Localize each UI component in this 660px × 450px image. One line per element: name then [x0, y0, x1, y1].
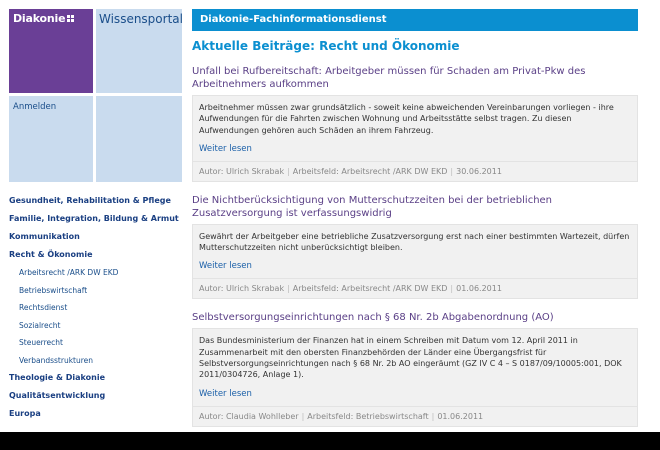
article-box: Arbeitnehmer müssen zwar grundsätzlich -… — [192, 95, 638, 182]
nav-item-recht-oekonomie[interactable]: Recht & Ökonomie — [9, 248, 184, 266]
article-title[interactable]: Die Nichtberücksichtigung von Mutterschu… — [192, 194, 638, 220]
login-link[interactable]: Anmelden — [13, 102, 56, 112]
portal-title: Wissensportal — [99, 12, 183, 26]
nav-sub-steuerrecht[interactable]: Steuerrecht — [9, 336, 184, 354]
main-content: Diakonie-Fachinformationsdienst Aktuelle… — [192, 9, 638, 427]
article-date: 01.06.2011 — [456, 284, 502, 294]
brand-logo: Diakonie — [13, 12, 75, 25]
article-body: Das Bundesministerium der Finanzen hat i… — [199, 336, 622, 380]
read-more-link[interactable]: Weiter lesen — [199, 389, 252, 399]
article-1: Unfall bei Rufbereitschaft: Arbeitgeber … — [192, 65, 638, 182]
article-2: Die Nichtberücksichtigung von Mutterschu… — [192, 194, 638, 300]
nav-item-gesundheit[interactable]: Gesundheit, Rehabilitation & Pflege — [9, 194, 184, 212]
page-title-prefix: Aktuelle Beiträge: — [192, 39, 320, 53]
nav-sub-sozialrecht[interactable]: Sozialrecht — [9, 319, 184, 337]
article-box: Gewährt der Arbeitgeber eine betrieblich… — [192, 223, 638, 300]
article-box: Das Bundesministerium der Finanzen hat i… — [192, 328, 638, 427]
article-field: Arbeitsfeld: Arbeitsrecht /ARK DW EKD — [292, 284, 448, 294]
page-title: Aktuelle Beiträge: Recht und Ökonomie — [192, 37, 638, 57]
nav-item-familie[interactable]: Familie, Integration, Bildung & Armut — [9, 212, 184, 230]
nav-item-theologie[interactable]: Theologie & Diakonie — [9, 371, 184, 389]
brand-name: Diakonie — [13, 12, 66, 25]
read-more-link[interactable]: Weiter lesen — [199, 144, 252, 154]
article-3: Selbstversorgungseinrichtungen nach § 68… — [192, 311, 638, 427]
article-meta: Autor: Ulrich Skrabak | Arbeitsfeld: Arbei… — [193, 278, 637, 298]
article-field: Arbeitsfeld: Arbeitsrecht /ARK DW EKD — [292, 166, 448, 176]
article-body: Gewährt der Arbeitgeber eine betrieblich… — [199, 231, 630, 253]
nav-sub-arbeitsrecht[interactable]: Arbeitsrecht /ARK DW EKD — [9, 266, 184, 284]
decorative-tile — [96, 96, 182, 182]
portal-tile[interactable]: Wissensportal — [96, 9, 183, 93]
diakonie-cross-icon — [67, 15, 75, 22]
article-date: 30.06.2011 — [456, 166, 502, 176]
article-author: Autor: Ulrich Skrabak — [199, 166, 285, 176]
article-date: 01.06.2011 — [437, 411, 484, 421]
page: Diakonie Wissensportal Anmelden Gesundhe… — [0, 0, 660, 432]
login-tile: Anmelden — [9, 96, 93, 182]
page-header: Diakonie-Fachinformationsdienst — [192, 9, 638, 31]
nav-sub-rechtsdienst[interactable]: Rechtsdienst — [9, 301, 184, 319]
nav-sub-betriebswirtschaft[interactable]: Betriebswirtschaft — [9, 284, 184, 302]
article-body: Arbeitnehmer müssen zwar grundsätzlich -… — [199, 103, 614, 135]
nav-item-qualitaet[interactable]: Qualitätsentwicklung — [9, 389, 184, 407]
article-title[interactable]: Unfall bei Rufbereitschaft: Arbeitgeber … — [192, 65, 638, 91]
nav-item-europa[interactable]: Europa — [9, 407, 184, 425]
article-author: Autor: Ulrich Skrabak — [199, 284, 285, 294]
nav-sub-verbandsstrukturen[interactable]: Verbandsstrukturen — [9, 354, 184, 372]
brand-logo-tile[interactable]: Diakonie — [9, 9, 93, 93]
nav-item-kommunikation[interactable]: Kommunikation — [9, 230, 184, 248]
sidebar-nav: Gesundheit, Rehabilitation & Pflege Fami… — [9, 194, 184, 425]
article-meta: Autor: Claudia Wohlleber | Arbeitsfeld: Be… — [193, 405, 637, 426]
page-title-topic: Recht und Ökonomie — [319, 39, 460, 53]
read-more-link[interactable]: Weiter lesen — [199, 261, 252, 271]
article-field: Arbeitsfeld: Betriebswirtschaft — [307, 411, 429, 421]
article-meta: Autor: Ulrich Skrabak | Arbeitsfeld: Arbei… — [193, 160, 637, 181]
article-title[interactable]: Selbstversorgungseinrichtungen nach § 68… — [192, 311, 638, 324]
article-author: Autor: Claudia Wohlleber — [199, 411, 299, 421]
